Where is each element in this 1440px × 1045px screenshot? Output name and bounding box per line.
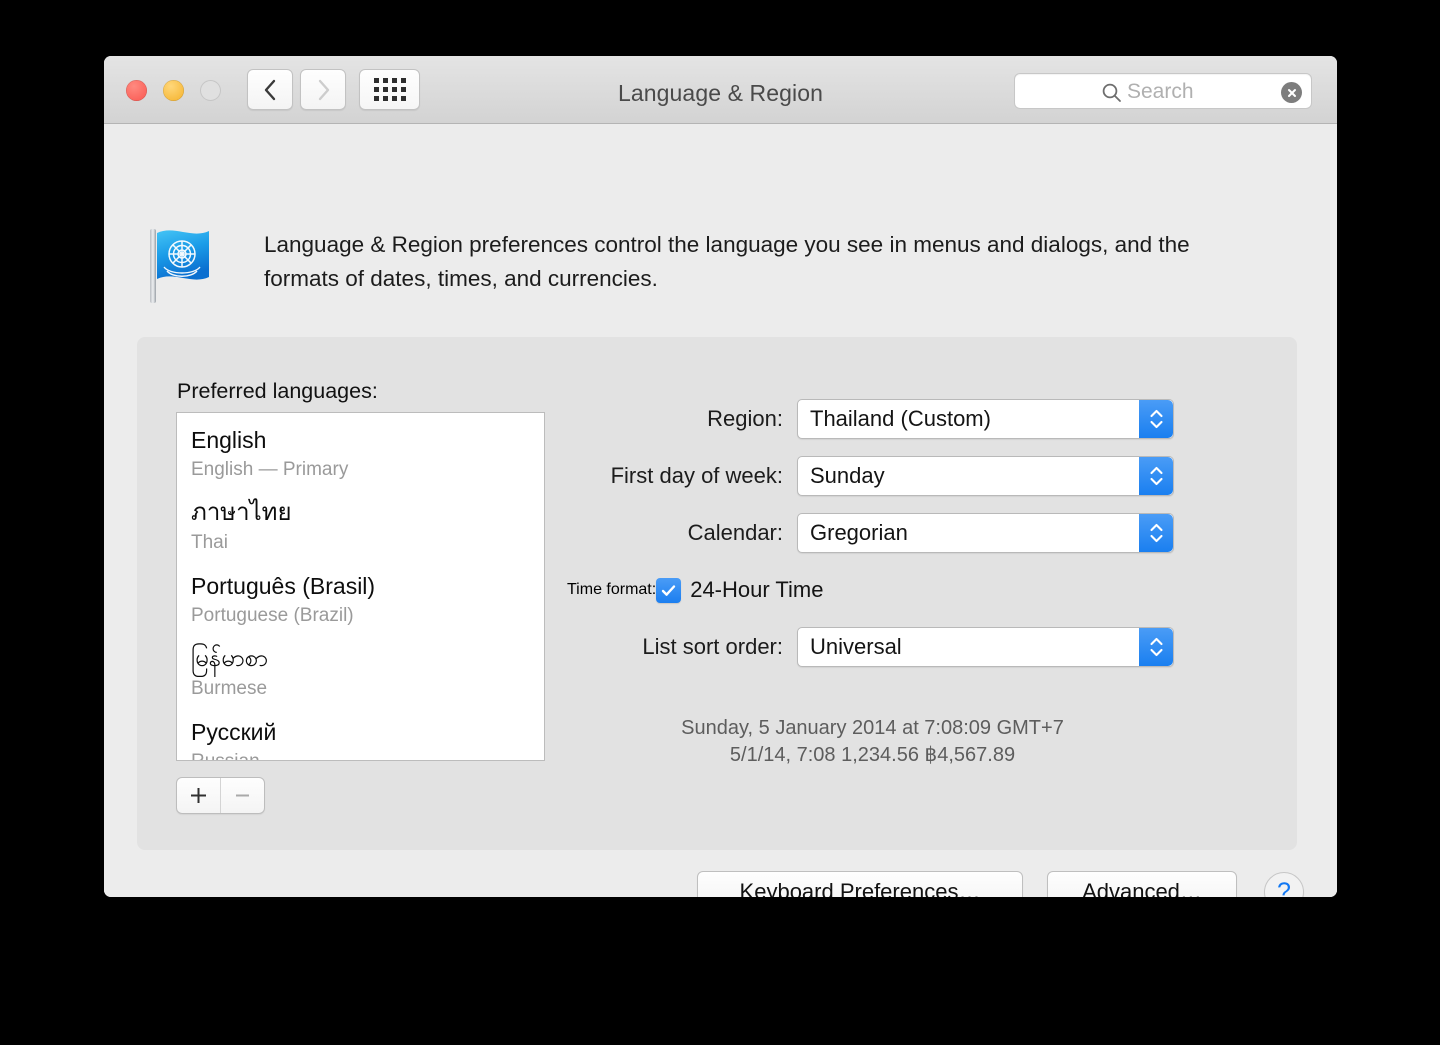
language-native-name: English [191, 427, 267, 453]
preferred-languages-list[interactable]: English English — Primary ภาษาไทย Thai P… [176, 412, 545, 761]
add-remove-language-control [176, 777, 265, 814]
list-item[interactable]: Русский Russian [177, 716, 544, 760]
chevron-up-icon [1149, 466, 1163, 475]
language-native-name: Русский [191, 719, 277, 745]
list-sort-order-stepper[interactable] [1139, 628, 1173, 666]
preference-pane-body: Language & Region preferences control th… [104, 124, 1337, 897]
checkmark-icon [662, 584, 676, 596]
format-preview: Sunday, 5 January 2014 at 7:08:09 GMT+7 … [567, 715, 1178, 769]
preferred-languages-label: Preferred languages: [177, 379, 378, 403]
language-native-name: Português (Brasil) [191, 573, 376, 599]
language-sub-label: Portuguese (Brazil) [191, 605, 354, 626]
language-native-name: မြန်မာစာ [191, 645, 269, 672]
chevron-up-icon [1149, 523, 1163, 532]
language-sub-label: English — Primary [191, 459, 349, 480]
list-item[interactable]: Português (Brasil) Portuguese (Brazil) [177, 570, 544, 629]
list-sort-order-row: List sort order: Universal [567, 627, 1174, 667]
help-button[interactable]: ? [1264, 872, 1304, 897]
language-native-name: ภาษาไทย [191, 499, 292, 526]
system-preferences-window: Language & Region Search Language & Regi… [104, 56, 1337, 897]
format-preview-line-2: 5/1/14, 7:08 1,234.56 ฿4,567.89 [729, 744, 1016, 766]
minus-icon [236, 794, 249, 797]
search-icon [1102, 83, 1121, 102]
search-input[interactable]: Search [1127, 80, 1194, 104]
plus-icon [191, 788, 206, 803]
first-day-of-week-value: Sunday [810, 463, 885, 488]
region-popup-button[interactable]: Thailand (Custom) [797, 399, 1174, 439]
calendar-stepper[interactable] [1139, 514, 1173, 552]
chevron-up-icon [1149, 409, 1163, 418]
list-item[interactable]: English English — Primary [177, 424, 544, 483]
calendar-value: Gregorian [810, 520, 908, 545]
calendar-popup-button[interactable]: Gregorian [797, 513, 1174, 553]
search-clear-button[interactable] [1281, 82, 1302, 103]
calendar-label: Calendar: [687, 520, 783, 545]
first-day-of-week-label: First day of week: [610, 463, 783, 488]
time-format-row: Time format: 24-Hour Time [567, 570, 1174, 610]
screen: Language & Region Search Language & Regi… [0, 0, 1440, 1045]
un-flag-icon [148, 223, 230, 303]
region-settings-form: Region: Thailand (Custom) First day of w… [567, 399, 1174, 684]
region-label: Region: [707, 406, 783, 431]
chevron-down-icon [1149, 420, 1163, 429]
add-language-button[interactable] [177, 778, 220, 813]
pane-description: Language & Region preferences control th… [264, 232, 1190, 291]
chevron-down-icon [1149, 534, 1163, 543]
clear-circle-icon [1287, 88, 1296, 97]
list-sort-order-value: Universal [810, 634, 902, 659]
chevron-down-icon [1149, 477, 1163, 486]
24-hour-time-label: 24-Hour Time [690, 577, 824, 602]
advanced-button[interactable]: Advanced… [1047, 871, 1237, 897]
24-hour-time-checkbox[interactable] [656, 577, 682, 603]
calendar-row: Calendar: Gregorian [567, 513, 1174, 553]
region-row: Region: Thailand (Custom) [567, 399, 1174, 439]
list-item[interactable]: မြန်မာစာ Burmese [177, 643, 544, 702]
region-value: Thailand (Custom) [810, 406, 991, 431]
list-item[interactable]: ภาษาไทย Thai [177, 497, 544, 556]
language-sub-label: Thai [191, 532, 228, 553]
window-titlebar: Language & Region Search [104, 56, 1337, 124]
settings-panel: Preferred languages: English English — P… [137, 337, 1297, 850]
chevron-up-icon [1149, 637, 1163, 646]
keyboard-preferences-button[interactable]: Keyboard Preferences… [697, 871, 1023, 897]
list-sort-order-popup-button[interactable]: Universal [797, 627, 1174, 667]
language-sub-label: Burmese [191, 678, 268, 699]
time-format-label: Time format: [567, 581, 657, 598]
language-sub-label: Russian [191, 748, 530, 760]
first-day-of-week-popup-button[interactable]: Sunday [797, 456, 1174, 496]
chevron-down-icon [1149, 648, 1163, 657]
search-field[interactable]: Search [1014, 73, 1312, 109]
first-day-of-week-row: First day of week: Sunday [567, 456, 1174, 496]
list-sort-order-label: List sort order: [642, 634, 783, 659]
region-stepper[interactable] [1139, 400, 1173, 438]
first-day-of-week-stepper[interactable] [1139, 457, 1173, 495]
format-preview-line-1: Sunday, 5 January 2014 at 7:08:09 GMT+7 [681, 717, 1064, 739]
remove-language-button[interactable] [220, 778, 264, 813]
